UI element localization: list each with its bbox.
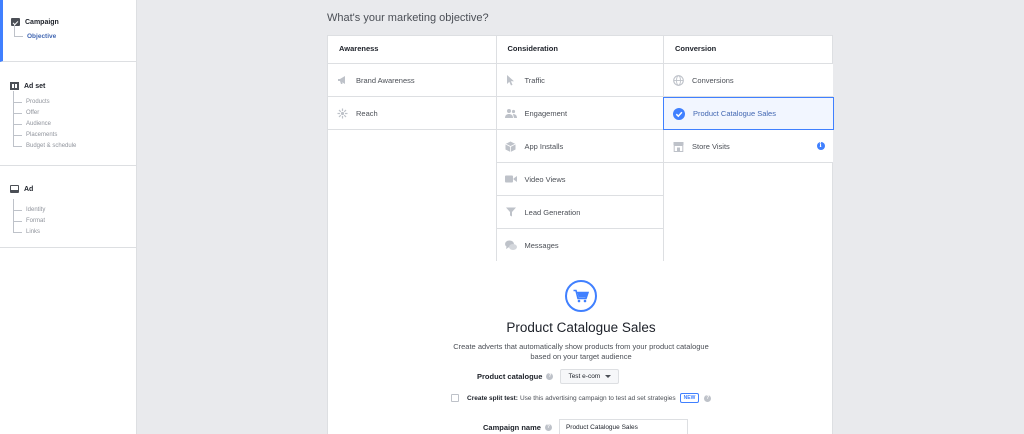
sidebar-item-identity[interactable]: Identity <box>13 199 45 216</box>
column-heading-conversion: Conversion <box>664 36 833 64</box>
column-heading-consideration: Consideration <box>496 36 663 64</box>
help-icon[interactable]: ? <box>704 394 712 402</box>
column-conversion: Conversion Conversions Product Catalogue… <box>663 36 834 163</box>
split-test-label: Create split test: <box>467 394 518 402</box>
objective-conversions[interactable]: Conversions <box>664 64 833 97</box>
sidebar-item-placements[interactable]: Placements <box>13 124 76 141</box>
funnel-icon <box>505 206 517 218</box>
objective-panel: Awareness Brand Awareness Reach Consider… <box>327 35 834 434</box>
new-badge: NEW <box>679 393 700 403</box>
objective-label: Lead Generation <box>524 207 581 217</box>
objective-label: Brand Awareness <box>356 75 415 85</box>
objective-brand-awareness[interactable]: Brand Awareness <box>328 64 496 97</box>
sidebar-item-offer[interactable]: Offer <box>13 102 76 119</box>
objective-app-installs[interactable]: App Installs <box>496 130 663 163</box>
objective-label: Engagement <box>524 108 568 118</box>
objective-label: Store Visits <box>692 141 730 151</box>
adset-grid-icon <box>10 82 19 90</box>
objective-video-views[interactable]: Video Views <box>496 163 663 196</box>
help-icon[interactable]: ? <box>544 423 552 431</box>
objective-label: Messages <box>524 241 559 250</box>
sidebar-campaign-heading[interactable]: Campaign <box>11 18 59 26</box>
campaign-name-label: Campaign name <box>483 422 541 432</box>
split-test-checkbox[interactable] <box>451 394 459 402</box>
split-test-description: Use this advertising campaign to test ad… <box>519 394 676 402</box>
globe-icon <box>672 74 684 86</box>
sidebar: Campaign Objective Ad set Products Offer… <box>0 0 137 434</box>
sidebar-section-ad: Ad Identity Format Links <box>0 166 136 248</box>
cart-icon <box>565 280 597 312</box>
objective-traffic[interactable]: Traffic <box>496 64 663 97</box>
campaign-name-input[interactable]: Product Catalogue Sales <box>558 419 688 434</box>
cursor-icon <box>505 74 517 86</box>
check-icon <box>673 107 685 120</box>
sidebar-item-products[interactable]: Products <box>13 91 76 108</box>
box-icon <box>505 140 517 152</box>
people-icon <box>504 107 517 119</box>
sidebar-section-adset: Ad set Products Offer Audience Placement… <box>0 62 136 166</box>
objective-lead-generation[interactable]: Lead Generation <box>496 196 663 229</box>
video-icon <box>504 173 517 185</box>
ad-monitor-icon <box>10 185 19 193</box>
sidebar-section-campaign: Campaign Objective <box>0 0 136 62</box>
store-icon <box>672 140 684 152</box>
objective-label: Traffic <box>524 75 545 85</box>
objective-label: Video Views <box>524 174 566 184</box>
objective-messages[interactable]: Messages <box>496 229 663 262</box>
objective-detail-title: Product Catalogue Sales <box>506 320 656 335</box>
objective-engagement[interactable]: Engagement <box>496 97 663 130</box>
help-icon[interactable]: ? <box>546 373 554 380</box>
objective-product-catalogue-sales[interactable]: Product Catalogue Sales <box>663 97 834 130</box>
column-heading-awareness: Awareness <box>328 36 496 64</box>
campaign-name-row: Campaign name ? Product Catalogue Sales <box>483 419 688 434</box>
sidebar-ad-title: Ad <box>24 185 34 193</box>
objective-reach[interactable]: Reach <box>328 97 496 130</box>
reach-icon <box>336 107 348 119</box>
sidebar-item-objective[interactable]: Objective <box>14 25 56 42</box>
sidebar-item-links[interactable]: Links <box>13 221 45 238</box>
sidebar-item-budget-schedule[interactable]: Budget & schedule <box>13 135 76 152</box>
sidebar-ad-heading[interactable]: Ad <box>10 185 33 193</box>
sidebar-item-format[interactable]: Format <box>13 210 45 227</box>
product-catalogue-row: Product catalogue ? Test e-com <box>477 369 620 384</box>
main-content: What's your marketing objective? Awarene… <box>137 0 1024 434</box>
caret-down-icon <box>605 375 612 378</box>
objective-label: Product Catalogue Sales <box>693 109 776 118</box>
sidebar-item-audience[interactable]: Audience <box>13 113 76 130</box>
campaign-folder-icon <box>11 18 20 26</box>
megaphone-icon <box>336 74 348 86</box>
info-icon[interactable]: i <box>816 142 825 150</box>
column-awareness: Awareness Brand Awareness Reach <box>328 36 497 130</box>
column-consideration: Consideration Traffic Engagement App Ins… <box>495 36 664 262</box>
objective-detail-description: Create adverts that automatically show p… <box>453 342 709 361</box>
objective-label: Conversions <box>692 75 734 85</box>
sidebar-campaign-title: Campaign <box>25 18 59 26</box>
objective-columns: Awareness Brand Awareness Reach Consider… <box>328 36 834 262</box>
objective-label: Reach <box>356 108 378 118</box>
product-catalogue-label: Product catalogue <box>477 372 543 381</box>
objective-label: App Installs <box>524 141 564 151</box>
objective-store-visits[interactable]: Store Visits i <box>664 130 833 163</box>
chat-icon <box>504 240 517 252</box>
sidebar-adset-title: Ad set <box>24 82 46 90</box>
page-title: What's your marketing objective? <box>327 12 489 24</box>
split-test-row: Create split test: Use this advertising … <box>451 393 712 403</box>
product-catalogue-value: Test e-com <box>568 373 601 380</box>
product-catalogue-dropdown[interactable]: Test e-com <box>560 369 620 384</box>
sidebar-adset-heading[interactable]: Ad set <box>10 82 45 90</box>
